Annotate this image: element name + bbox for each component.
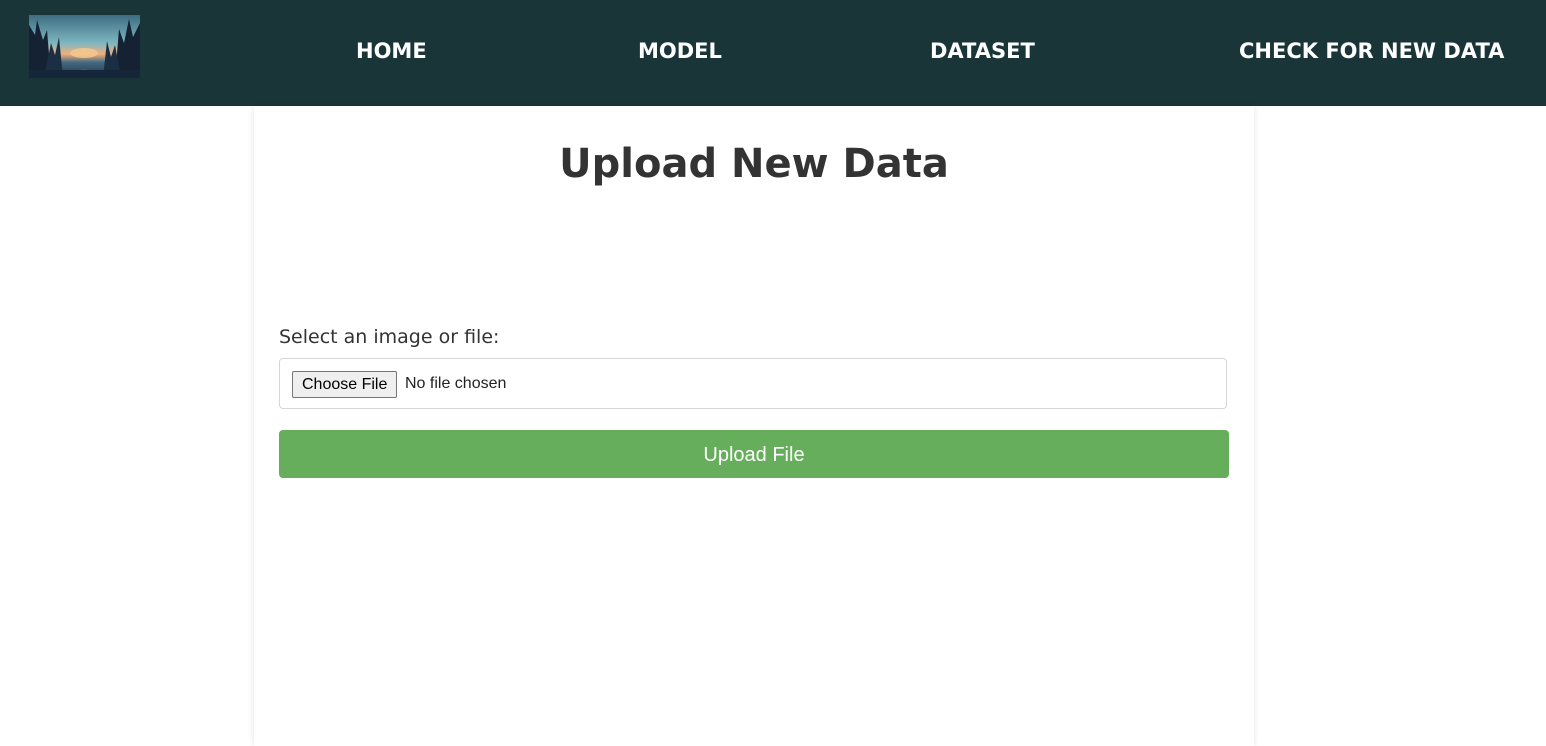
nav-dataset-link[interactable]: DATASET (930, 36, 1035, 66)
nav-check-new-data-link[interactable]: CHECK FOR NEW DATA (1239, 36, 1504, 66)
upload-file-button[interactable]: Upload File (279, 430, 1229, 478)
file-input[interactable]: Choose File No file chosen (279, 358, 1227, 409)
navbar: HOME MODEL DATASET CHECK FOR NEW DATA (0, 0, 1546, 106)
file-status-text: No file chosen (405, 375, 507, 392)
forest-sunset-image-icon (29, 15, 140, 78)
choose-file-button[interactable]: Choose File (292, 371, 398, 398)
page-title: Upload New Data (559, 141, 949, 187)
nav-model-link[interactable]: MODEL (638, 36, 722, 66)
nav-home-link[interactable]: HOME (356, 36, 427, 66)
file-field-label: Select an image or file: (279, 326, 500, 348)
logo-image[interactable] (29, 15, 140, 78)
upload-card: Upload New Data Select an image or file:… (254, 106, 1254, 746)
